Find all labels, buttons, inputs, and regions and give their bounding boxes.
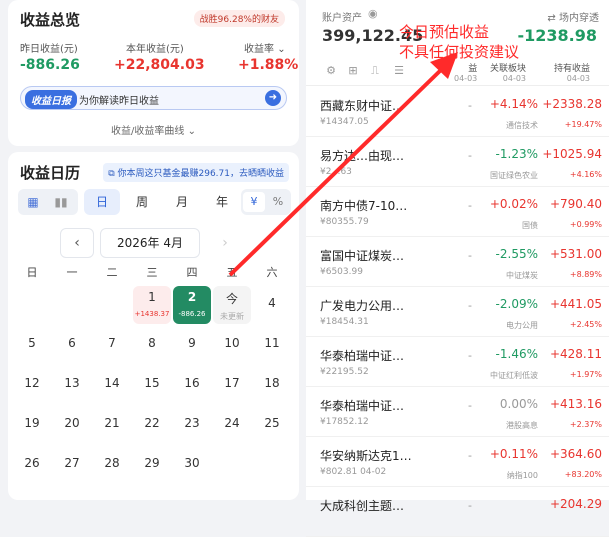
arrow-line <box>228 65 446 277</box>
annotation-line-1: 今日预估收益 <box>399 23 490 41</box>
annotation-line-2: 不具任何投资建议 <box>399 43 520 61</box>
estimate-placeholder: - <box>468 499 472 512</box>
annotation-text: 今日预估收益 不具任何投资建议 <box>399 22 519 62</box>
annotation-arrow <box>228 52 458 277</box>
